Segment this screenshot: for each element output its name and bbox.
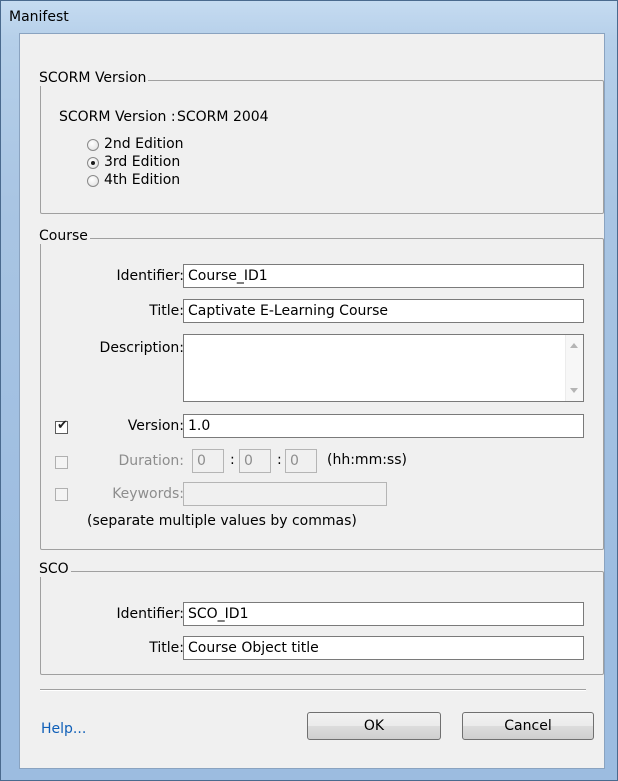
edition-radio-2nd[interactable]: [87, 139, 99, 151]
edition-radio-3rd[interactable]: [87, 157, 99, 169]
sco-group: SCO Identifier: SCO_ID1 Title: Course Ob…: [39, 561, 604, 675]
sco-identifier-input[interactable]: SCO_ID1: [183, 602, 584, 626]
edition-option-3rd[interactable]: 3rd Edition: [87, 154, 247, 172]
footer-divider: [40, 689, 586, 691]
keywords-hint: (separate multiple values by commas): [87, 513, 357, 529]
course-group-label: Course: [39, 228, 90, 244]
course-version-input[interactable]: 1.0: [183, 414, 584, 438]
help-link[interactable]: Help...: [41, 721, 86, 737]
edition-option-2nd[interactable]: 2nd Edition: [87, 136, 247, 154]
course-identifier-label: Identifier:: [116, 268, 184, 284]
cancel-button[interactable]: Cancel: [462, 712, 594, 740]
course-group: Course Identifier: Course_ID1 Title: Cap…: [39, 228, 604, 550]
duration-hours-input[interactable]: 0: [192, 449, 224, 473]
checkmark-icon: ✔: [57, 418, 68, 433]
edition-label-2nd: 2nd Edition: [104, 136, 184, 152]
duration-separator-2: :: [277, 452, 282, 468]
duration-minutes-input[interactable]: 0: [239, 449, 271, 473]
sco-title-label: Title:: [149, 640, 184, 656]
version-checkbox[interactable]: ✔: [55, 418, 68, 434]
scorm-version-group-label: SCORM Version: [39, 70, 149, 86]
keywords-label: Keywords:: [112, 486, 184, 502]
course-identifier-input[interactable]: Course_ID1: [183, 264, 584, 288]
ok-button[interactable]: OK: [307, 712, 441, 740]
course-title-input[interactable]: Captivate E-Learning Course: [183, 299, 584, 323]
course-version-label: Version:: [127, 418, 184, 434]
description-scrollbar[interactable]: [565, 335, 583, 401]
edition-radio-4th[interactable]: [87, 175, 99, 187]
duration-seconds-input[interactable]: 0: [285, 449, 317, 473]
course-description-label: Description:: [99, 340, 184, 356]
dialog-body: SCORM Version SCORM Version : SCORM 2004…: [19, 33, 605, 769]
sco-group-label: SCO: [39, 561, 71, 577]
duration-separator-1: :: [230, 452, 235, 468]
edition-option-4th[interactable]: 4th Edition: [87, 172, 247, 190]
duration-format-hint: (hh:mm:ss): [327, 452, 407, 468]
scorm-version-label: SCORM Version :: [59, 109, 176, 125]
window-title: Manifest: [9, 9, 69, 25]
duration-label: Duration:: [118, 453, 184, 469]
sco-identifier-label: Identifier:: [116, 606, 184, 622]
scorm-version-value: SCORM 2004: [177, 109, 269, 125]
keywords-input[interactable]: [183, 482, 387, 506]
edition-label-3rd: 3rd Edition: [104, 154, 181, 170]
scroll-up-icon[interactable]: [570, 343, 578, 348]
title-bar[interactable]: Manifest: [1, 1, 617, 33]
edition-label-4th: 4th Edition: [104, 172, 181, 188]
sco-title-input[interactable]: Course Object title: [183, 636, 584, 660]
manifest-dialog: Manifest SCORM Version SCORM Version : S…: [0, 0, 618, 781]
duration-checkbox[interactable]: [55, 456, 68, 469]
radio-selected-dot: [91, 161, 95, 165]
keywords-checkbox[interactable]: [55, 488, 68, 501]
scroll-down-icon[interactable]: [570, 388, 578, 393]
scorm-version-group: SCORM Version SCORM Version : SCORM 2004…: [39, 70, 604, 214]
course-description-textarea[interactable]: [183, 334, 584, 402]
course-title-label: Title:: [149, 303, 184, 319]
